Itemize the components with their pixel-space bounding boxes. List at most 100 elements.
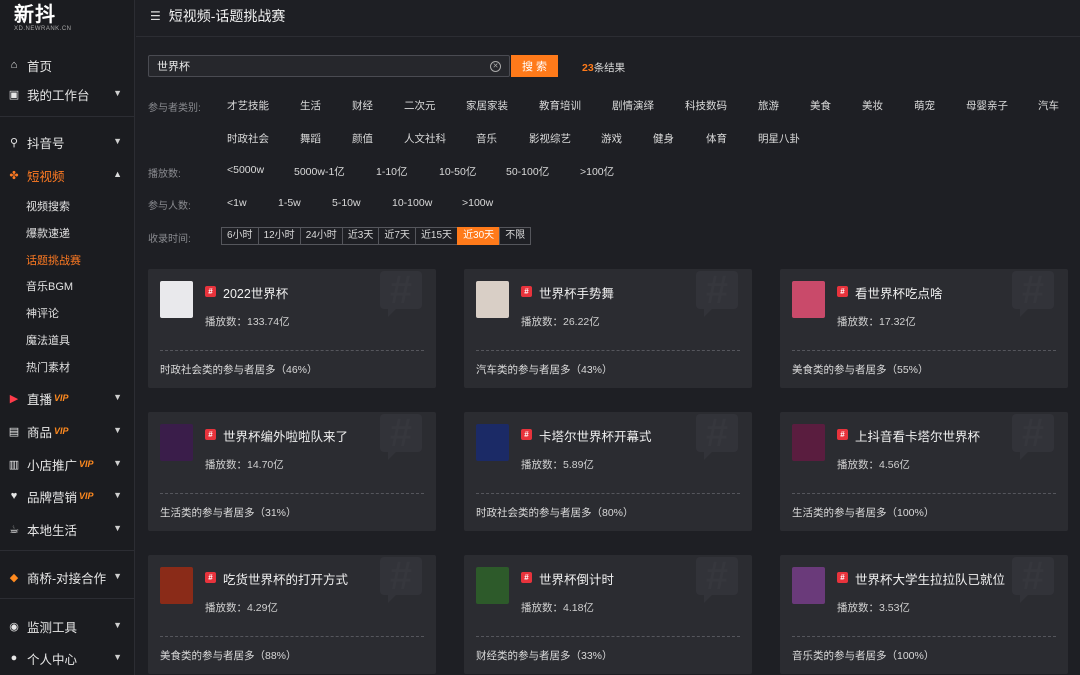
shop-icon: ▥ bbox=[8, 458, 20, 471]
category-option[interactable]: 二次元 bbox=[404, 98, 436, 113]
participants-option[interactable]: 1-5w bbox=[278, 197, 301, 209]
time-option[interactable]: 近3天 bbox=[341, 227, 380, 245]
topic-thumbnail[interactable] bbox=[792, 567, 825, 604]
category-option[interactable]: 教育培训 bbox=[539, 98, 581, 113]
time-option[interactable]: 24小时 bbox=[299, 227, 343, 245]
topic-card[interactable]: # # 世界杯编外啦啦队来了 播放数：14.70亿 生活类的参与者居多（31%） bbox=[148, 412, 436, 531]
topic-card[interactable]: # # 吃货世界杯的打开方式 播放数：4.29亿 美食类的参与者居多（88%） bbox=[148, 555, 436, 674]
category-option[interactable]: 时政社会 bbox=[227, 131, 269, 146]
topic-title[interactable]: 2022世界杯 bbox=[223, 283, 288, 302]
topic-title[interactable]: 上抖音看卡塔尔世界杯 bbox=[855, 426, 980, 445]
category-option[interactable]: 人文社科 bbox=[404, 131, 446, 146]
sidebar-item-goods[interactable]: ▤ 商品 VIP ▼ bbox=[0, 417, 134, 445]
sidebar-item-douyin-account[interactable]: ⚲ 抖音号 ▼ bbox=[0, 128, 134, 156]
plays-option[interactable]: 5000w-1亿 bbox=[294, 164, 345, 179]
sidebar-item-bridge[interactable]: ◆ 商桥-对接合作 ▼ bbox=[0, 563, 134, 591]
participants-option[interactable]: <1w bbox=[227, 197, 247, 209]
topic-title[interactable]: 卡塔尔世界杯开幕式 bbox=[539, 426, 652, 445]
time-option[interactable]: 近15天 bbox=[414, 227, 459, 245]
sub-item-comments[interactable]: 神评论 bbox=[26, 306, 59, 322]
topic-card[interactable]: # # 看世界杯吃点啥 播放数：17.32亿 美食类的参与者居多（55%） bbox=[780, 269, 1068, 388]
category-option[interactable]: 健身 bbox=[653, 131, 674, 146]
topic-thumbnail[interactable] bbox=[160, 424, 193, 461]
sidebar-item-short-video[interactable]: ✤ 短视频 ▲ bbox=[0, 161, 134, 189]
category-option[interactable]: 美妆 bbox=[862, 98, 883, 113]
topic-title[interactable]: 世界杯编外啦啦队来了 bbox=[223, 426, 348, 445]
time-option[interactable]: 近7天 bbox=[378, 227, 416, 245]
topic-thumbnail[interactable] bbox=[476, 281, 509, 318]
category-option[interactable]: 影视综艺 bbox=[529, 131, 571, 146]
topic-title[interactable]: 世界杯倒计时 bbox=[539, 569, 614, 588]
topic-thumbnail[interactable] bbox=[792, 424, 825, 461]
search-input[interactable] bbox=[157, 60, 490, 72]
clear-icon[interactable]: ✕ bbox=[490, 60, 501, 72]
sidebar-item-user-center[interactable]: ● 个人中心 ▼ bbox=[0, 644, 134, 672]
category-option[interactable]: 财经 bbox=[352, 98, 373, 113]
sub-item-magic-props[interactable]: 魔法道具 bbox=[26, 333, 70, 349]
category-option[interactable]: 剧情演绎 bbox=[612, 98, 654, 113]
topic-thumbnail[interactable] bbox=[792, 281, 825, 318]
topic-plays: 播放数：4.56亿 bbox=[837, 459, 910, 471]
topic-thumbnail[interactable] bbox=[476, 424, 509, 461]
time-option[interactable]: 近30天 bbox=[457, 227, 501, 245]
sub-item-topic-challenge[interactable]: 话题挑战赛 bbox=[26, 253, 81, 269]
time-filter-label: 收录时间: bbox=[148, 234, 191, 245]
time-option[interactable]: 不限 bbox=[499, 227, 532, 245]
sidebar-item-home[interactable]: ⌂ 首页 bbox=[0, 51, 134, 79]
category-option[interactable]: 颜值 bbox=[352, 131, 373, 146]
category-option[interactable]: 家居家装 bbox=[466, 98, 508, 113]
category-option[interactable]: 游戏 bbox=[601, 131, 622, 146]
category-option[interactable]: 明星八卦 bbox=[758, 131, 800, 146]
participants-option[interactable]: 5-10w bbox=[332, 197, 361, 209]
category-option[interactable]: 汽车 bbox=[1038, 98, 1059, 113]
category-option[interactable]: 科技数码 bbox=[685, 98, 727, 113]
sidebar-item-monitor[interactable]: ◉ 监测工具 ▼ bbox=[0, 612, 134, 640]
topic-card[interactable]: # # 上抖音看卡塔尔世界杯 播放数：4.56亿 生活类的参与者居多（100%） bbox=[780, 412, 1068, 531]
topic-title[interactable]: 世界杯大学生拉拉队已就位 bbox=[855, 569, 1005, 588]
topic-card[interactable]: # # 世界杯大学生拉拉队已就位 播放数：3.53亿 音乐类的参与者居多（100%） bbox=[780, 555, 1068, 674]
sidebar-item-live[interactable]: ▶ 直播 VIP ▼ bbox=[0, 384, 134, 412]
topic-card[interactable]: # # 卡塔尔世界杯开幕式 播放数：5.89亿 时政社会类的参与者居多（80%） bbox=[464, 412, 752, 531]
category-option[interactable]: 萌宠 bbox=[914, 98, 935, 113]
plays-option[interactable]: 50-100亿 bbox=[506, 164, 549, 179]
category-option[interactable]: 才艺技能 bbox=[227, 98, 269, 113]
sub-item-hot-materials[interactable]: 热门素材 bbox=[26, 360, 70, 376]
sub-item-music-bgm[interactable]: 音乐BGM bbox=[26, 279, 73, 295]
topic-title[interactable]: 看世界杯吃点啥 bbox=[855, 283, 943, 302]
participants-option[interactable]: 10-100w bbox=[392, 197, 432, 209]
chevron-down-icon: ▼ bbox=[113, 136, 122, 146]
topic-title[interactable]: 吃货世界杯的打开方式 bbox=[223, 569, 348, 588]
topic-card[interactable]: # # 世界杯倒计时 播放数：4.18亿 财经类的参与者居多（33%） bbox=[464, 555, 752, 674]
topic-card[interactable]: # #2022世界杯 播放数：133.74亿 时政社会类的参与者居多（46%） bbox=[148, 269, 436, 388]
sub-item-video-search[interactable]: 视频搜索 bbox=[26, 199, 70, 215]
plays-option[interactable]: >100亿 bbox=[580, 164, 614, 179]
category-option[interactable]: 体育 bbox=[706, 131, 727, 146]
time-option[interactable]: 12小时 bbox=[257, 227, 301, 245]
search-button[interactable]: 搜 索 bbox=[511, 55, 558, 77]
topic-thumbnail[interactable] bbox=[476, 567, 509, 604]
sub-item-hot-express[interactable]: 爆款速递 bbox=[26, 226, 70, 242]
topic-card[interactable]: # # 世界杯手势舞 播放数：26.22亿 汽车类的参与者居多（43%） bbox=[464, 269, 752, 388]
plays-option[interactable]: 1-10亿 bbox=[376, 164, 408, 179]
sidebar-item-shop-promo[interactable]: ▥ 小店推广 VIP ▼ bbox=[0, 450, 134, 478]
logo[interactable]: 新抖 XD.NEWRANK.CN bbox=[14, 4, 124, 34]
time-option[interactable]: 6小时 bbox=[221, 227, 259, 245]
category-option[interactable]: 音乐 bbox=[476, 131, 497, 146]
topic-title[interactable]: 世界杯手势舞 bbox=[539, 283, 614, 302]
topic-thumbnail[interactable] bbox=[160, 281, 193, 318]
menu-icon[interactable]: ☰ bbox=[150, 9, 161, 23]
plays-option[interactable]: 10-50亿 bbox=[439, 164, 476, 179]
sidebar-item-workbench[interactable]: ▣ 我的工作台 ▼ bbox=[0, 80, 134, 108]
search-icon: ⚲ bbox=[9, 136, 19, 149]
sidebar-item-brand-marketing[interactable]: ♥ 品牌营销 VIP ▼ bbox=[0, 482, 134, 510]
sidebar-item-local-life[interactable]: ☕ 本地生活 ▼ bbox=[0, 515, 134, 543]
category-option[interactable]: 舞蹈 bbox=[300, 131, 321, 146]
category-option[interactable]: 旅游 bbox=[758, 98, 779, 113]
category-option[interactable]: 生活 bbox=[300, 98, 321, 113]
participants-option[interactable]: >100w bbox=[462, 197, 493, 209]
plays-option[interactable]: <5000w bbox=[227, 164, 264, 176]
topic-thumbnail[interactable] bbox=[160, 567, 193, 604]
card-divider bbox=[476, 493, 740, 494]
category-option[interactable]: 母婴亲子 bbox=[966, 98, 1008, 113]
category-option[interactable]: 美食 bbox=[810, 98, 831, 113]
